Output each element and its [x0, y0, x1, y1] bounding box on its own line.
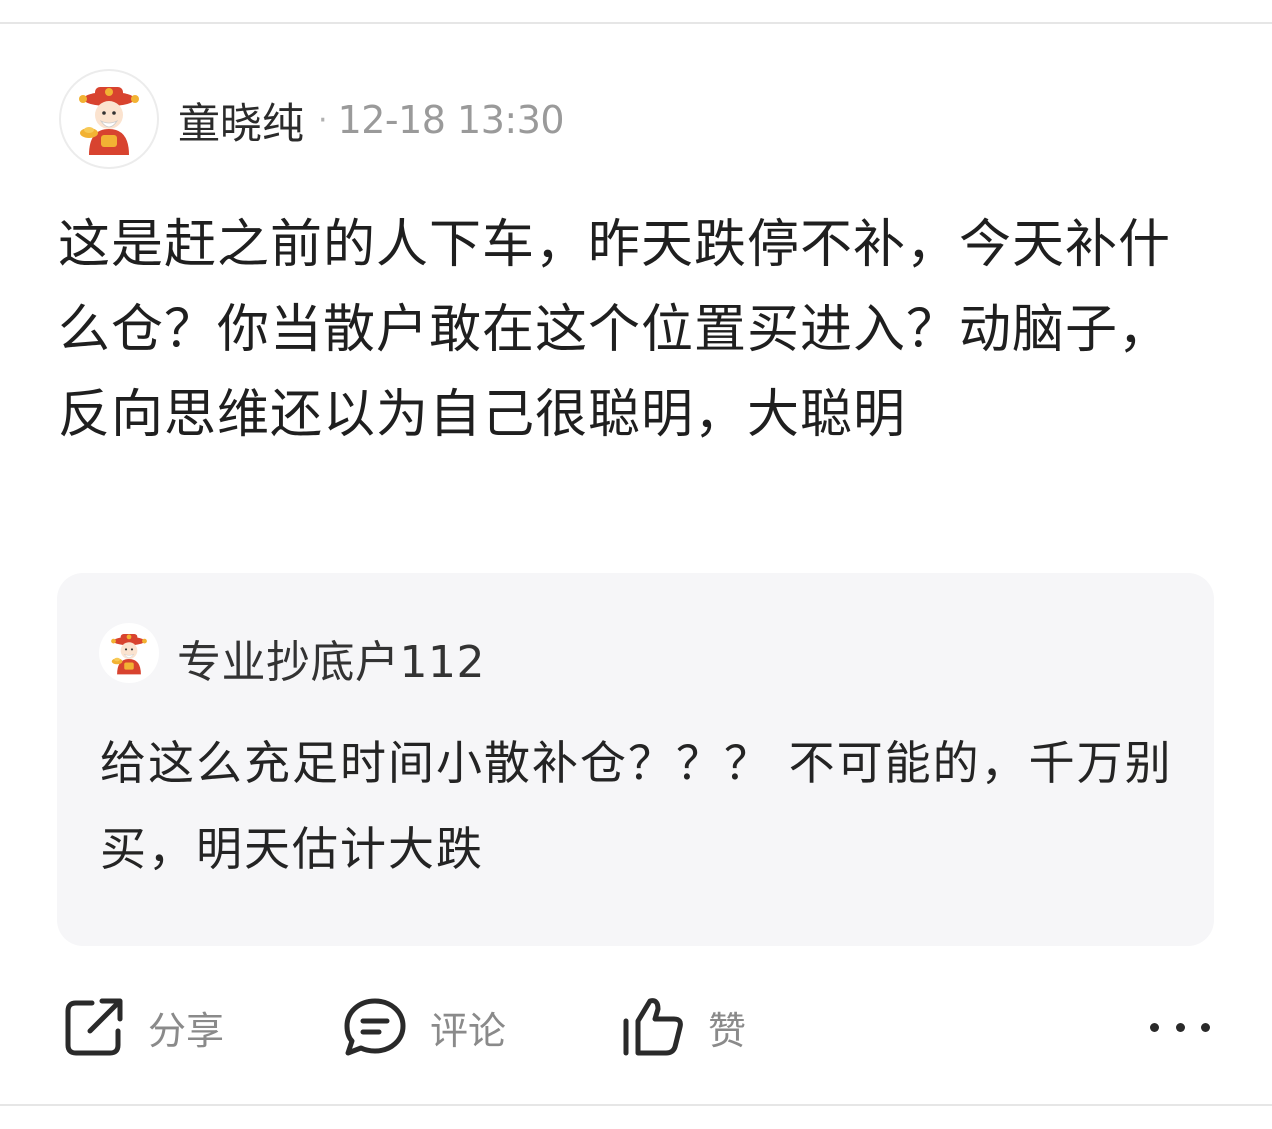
comment-button[interactable]: 评论 [342, 992, 506, 1062]
like-label: 赞 [708, 1008, 747, 1053]
share-label: 分享 [148, 1008, 225, 1053]
comment-icon [344, 998, 406, 1056]
more-icon [1201, 1022, 1210, 1032]
top-divider [0, 22, 1272, 24]
like-button[interactable]: 赞 [620, 992, 746, 1062]
quoted-author-name[interactable]: 专业抄底户112 [177, 626, 485, 690]
share-button[interactable]: 分享 [62, 992, 224, 1062]
more-icon [1175, 1022, 1185, 1032]
more-icon [1150, 1022, 1159, 1032]
mascot-avatar-icon [79, 87, 139, 155]
quoted-author-avatar[interactable] [99, 623, 159, 683]
author-row: 童晓纯 · 12-18 13:30 [178, 94, 565, 148]
author-name[interactable]: 童晓纯 [178, 90, 304, 151]
share-icon [65, 998, 123, 1056]
meta-separator: · [318, 102, 328, 138]
post-body: 这是赶之前的人下车，昨天跌停不补，今天补什么仓？你当散户敢在这个位置买进入？动脑… [58, 215, 1172, 445]
more-button[interactable] [1150, 1010, 1210, 1044]
author-avatar[interactable] [59, 69, 159, 169]
thumbs-up-icon [623, 998, 683, 1056]
mascot-avatar-icon [111, 633, 147, 675]
post-timestamp: 12-18 13:30 [337, 98, 565, 142]
bottom-divider [0, 1104, 1272, 1106]
comment-label: 评论 [430, 1008, 507, 1053]
quoted-comment-text: 给这么充足时间小散补仓？？？ 不可能的，千万别买，明天估计大跌 [100, 736, 1173, 876]
